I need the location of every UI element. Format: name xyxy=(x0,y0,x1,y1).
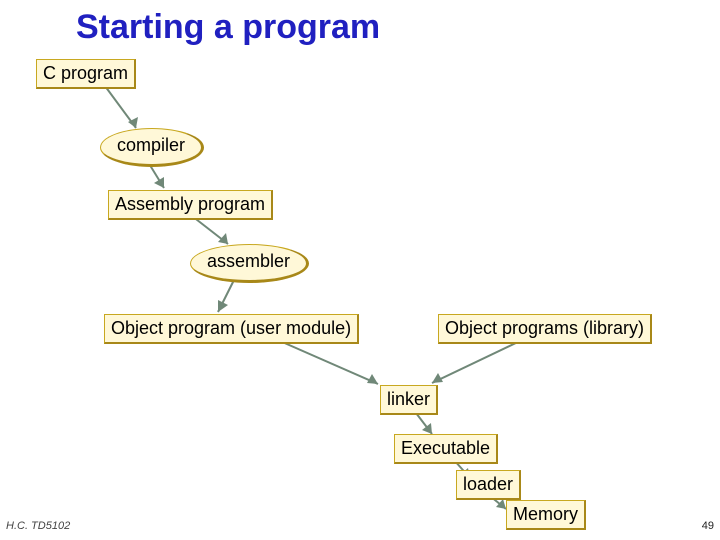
node-executable: Executable xyxy=(394,434,498,464)
node-object-library: Object programs (library) xyxy=(438,314,652,344)
node-memory: Memory xyxy=(506,500,586,530)
node-compiler: compiler xyxy=(100,128,204,167)
slide-number: 49 xyxy=(702,520,714,532)
node-linker: linker xyxy=(380,385,438,415)
footer-left: H.C. TD5102 xyxy=(6,520,70,532)
node-c-program: C program xyxy=(36,59,136,89)
node-object-user: Object program (user module) xyxy=(104,314,359,344)
node-assembler: assembler xyxy=(190,244,309,283)
node-assembly-program: Assembly program xyxy=(108,190,273,220)
page-title: Starting a program xyxy=(76,8,380,47)
node-loader: loader xyxy=(456,470,521,500)
